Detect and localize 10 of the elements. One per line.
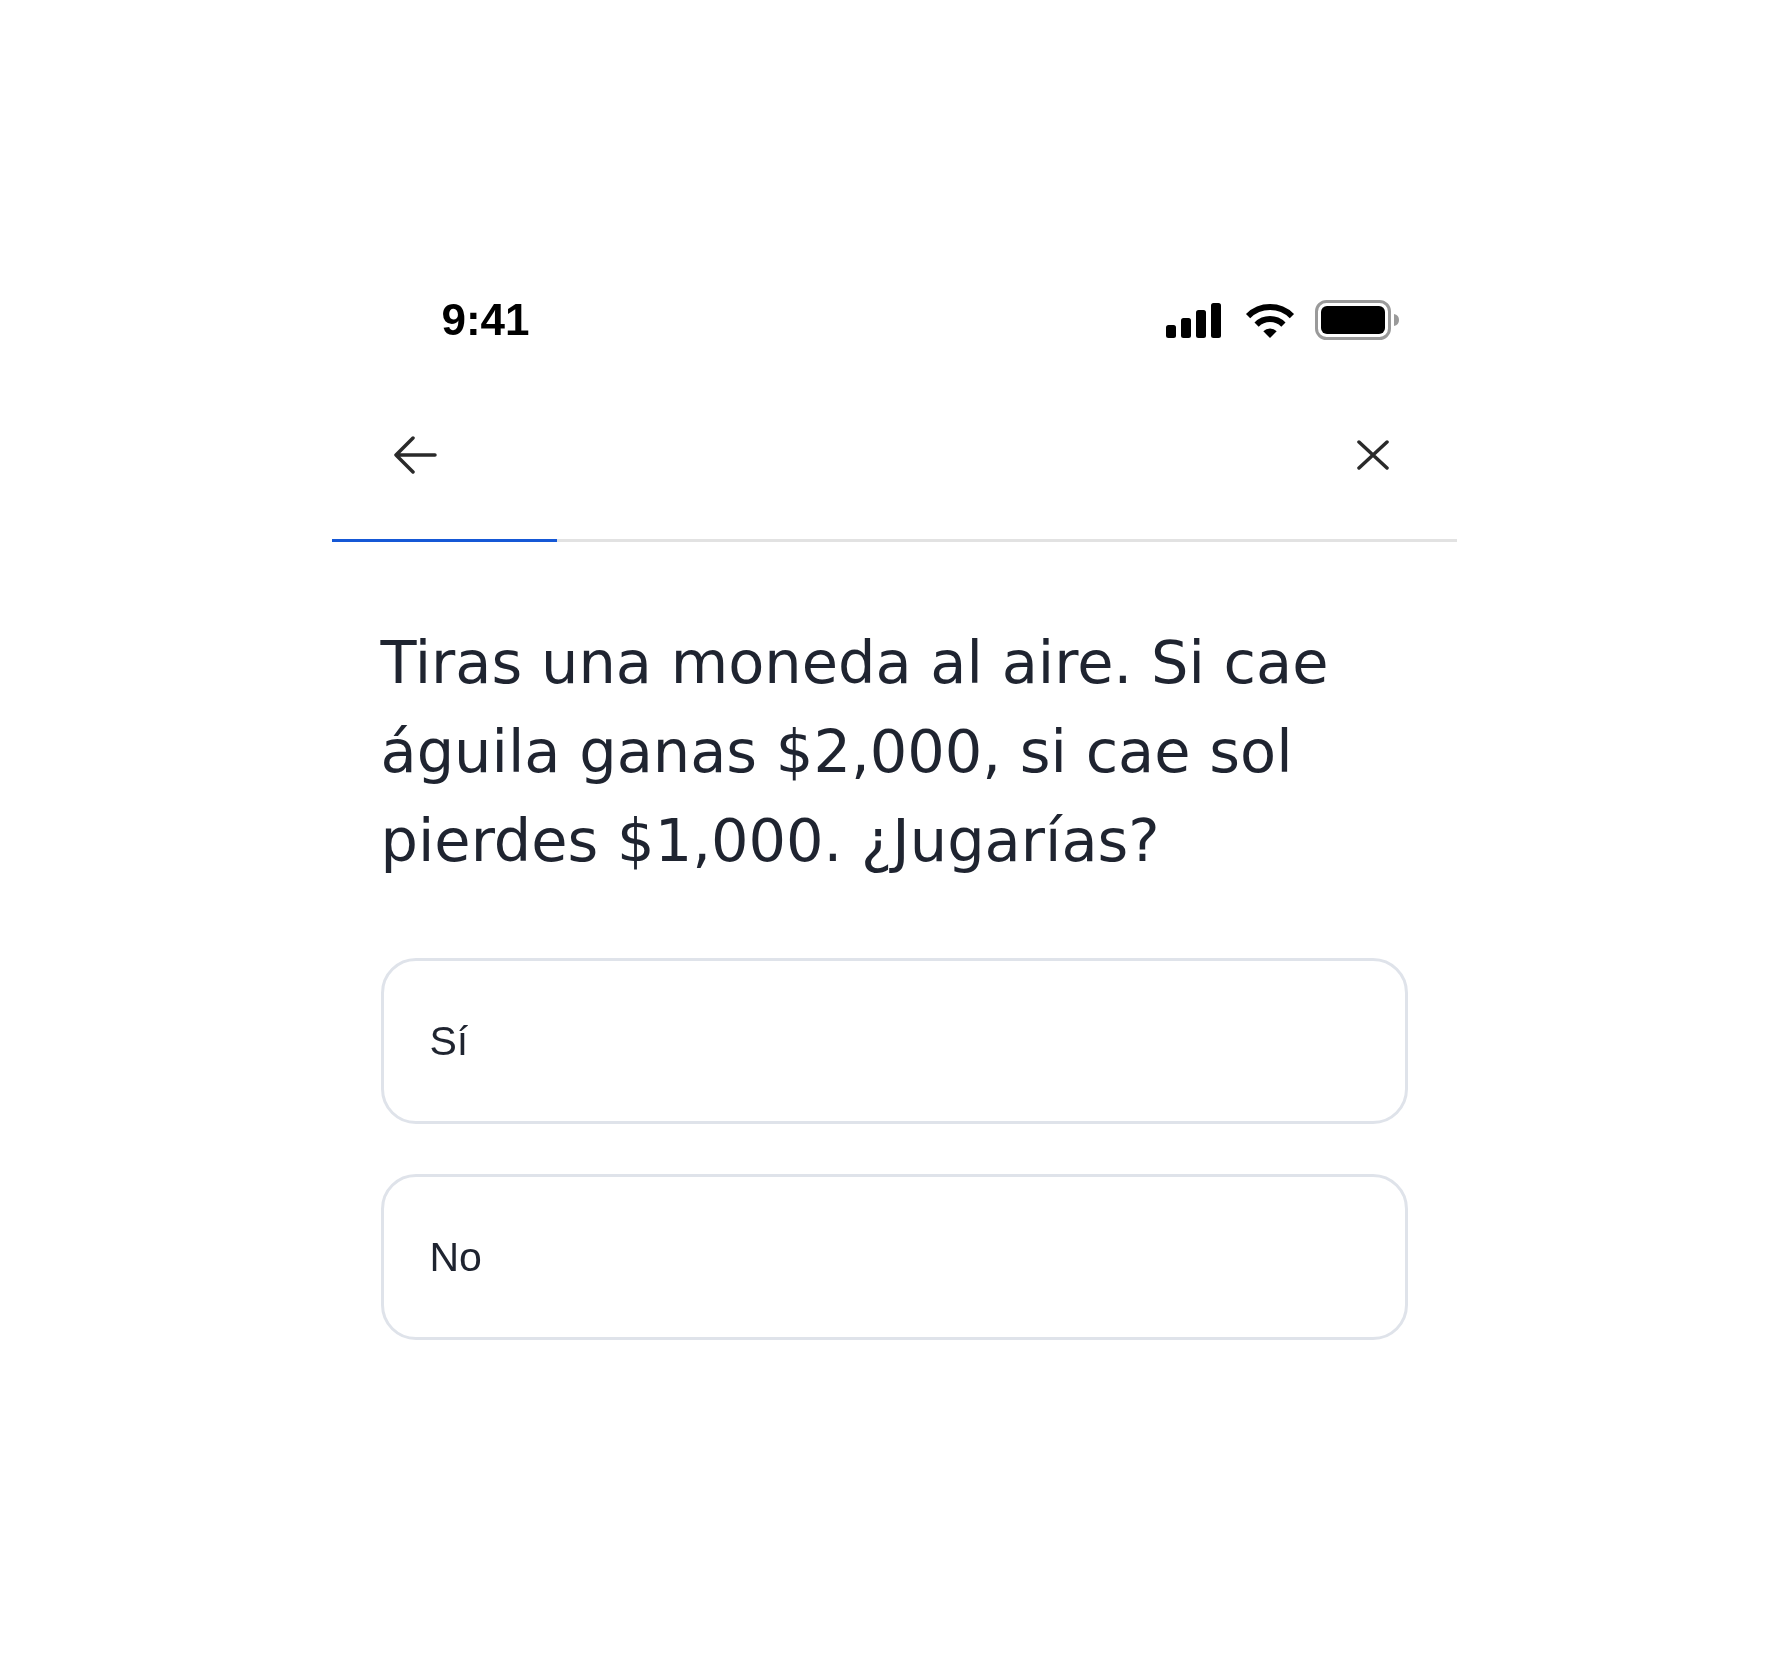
- signal-icon: [1165, 302, 1221, 338]
- close-button[interactable]: [1356, 440, 1389, 470]
- answer-option[interactable]: No: [380, 1174, 1408, 1340]
- back-arrow-icon: [392, 436, 437, 474]
- back-button[interactable]: [392, 436, 437, 474]
- close-icon: [1356, 440, 1389, 470]
- question-text: Tiras una moneda al aire. Si cae águila ganas $2,000, si cae sol pierdes $1,000. ¿Jugarías?: [380, 627, 1330, 877]
- answer-option[interactable]: Sí: [380, 958, 1408, 1124]
- status-time: 9:41: [441, 298, 530, 342]
- battery-icon: [1314, 300, 1400, 340]
